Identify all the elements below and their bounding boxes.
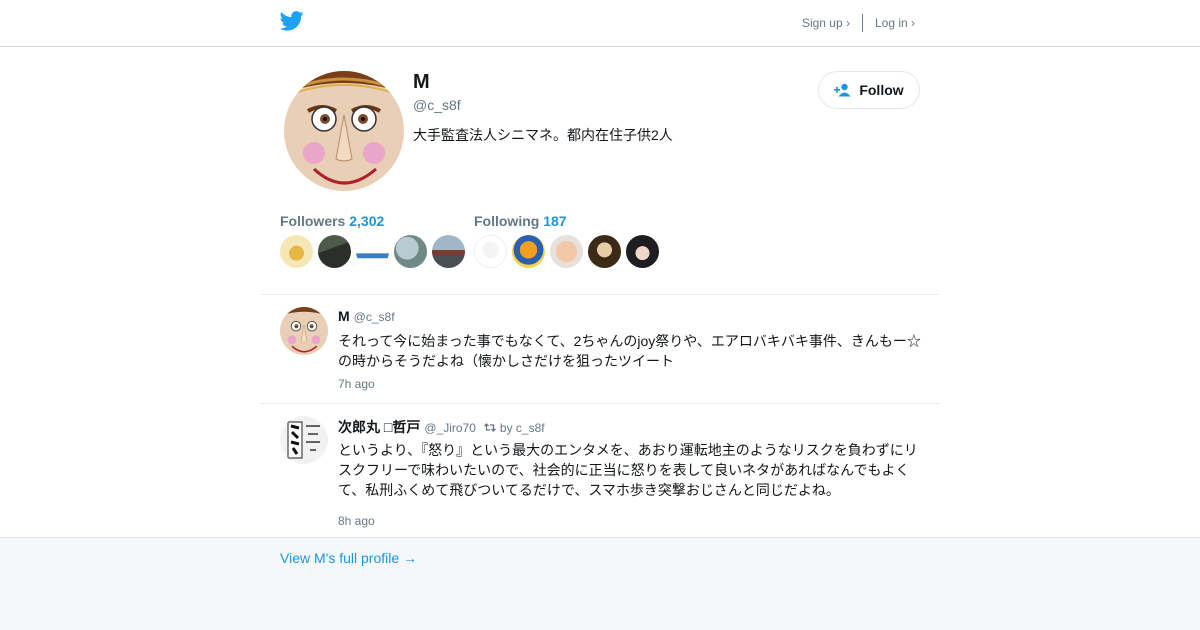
retweet-icon	[483, 423, 496, 432]
following-label: Following	[474, 213, 540, 229]
signup-link[interactable]: Sign up ›	[802, 16, 850, 30]
following-facepile	[474, 235, 664, 268]
following-avatar[interactable]	[512, 235, 545, 268]
followers-count: 2,302	[349, 213, 385, 229]
retweeted-by[interactable]: by c_s8f	[500, 421, 545, 435]
follow-label: Follow	[859, 82, 904, 98]
tweet-timestamp[interactable]: 7h ago	[338, 377, 375, 391]
follow-button[interactable]: Follow	[818, 71, 920, 109]
woody-face-image	[280, 307, 328, 355]
tweet-avatar[interactable]	[280, 307, 328, 355]
profile-bio: 大手監査法人シニマネ。都内在住子供2人	[413, 127, 673, 143]
tweet-author-name[interactable]: 次郎丸 □哲戸	[338, 417, 420, 437]
login-link[interactable]: Log in ›	[875, 16, 915, 30]
following-avatar[interactable]	[474, 235, 507, 268]
follower-avatar[interactable]	[394, 235, 427, 268]
tweet-header: 次郎丸 □哲戸 @_Jiro70 by c_s8f	[338, 417, 545, 437]
full-profile-link[interactable]: View M's full profile →	[280, 550, 417, 566]
auth-links: Sign up › Log in ›	[802, 14, 915, 32]
followers-facepile	[280, 235, 470, 268]
woody-face-image	[284, 71, 404, 191]
twitter-bird-icon[interactable]	[280, 11, 304, 31]
tweet-author-handle[interactable]: @c_s8f	[354, 310, 395, 324]
followers-label: Followers	[280, 213, 346, 229]
profile-card: M @c_s8f 大手監査法人シニマネ。都内在住子供2人 Follow Foll…	[280, 47, 920, 295]
tweet-text: というより、『怒り』という最大のエンタメを、あおり運転地主のようなリスクを負わず…	[338, 442, 918, 498]
following-avatar[interactable]	[588, 235, 621, 268]
followers-stat[interactable]: Followers 2,302	[280, 213, 384, 229]
retweet-indicator: by c_s8f	[483, 421, 545, 435]
calligraphy-sign-image	[280, 416, 328, 464]
following-count: 187	[543, 213, 567, 229]
tweet-text: それって今に始まった事でもなくて、2ちゃんのjoy祭りや、エアロバキバキ事件、き…	[338, 333, 921, 369]
footer: View M's full profile →	[0, 537, 1200, 630]
divider	[861, 14, 863, 32]
tweet-avatar[interactable]	[280, 416, 328, 464]
tweet-timestamp[interactable]: 8h ago	[338, 514, 375, 528]
tweet-item[interactable]: M @c_s8f それって今に始まった事でもなくて、2ちゃんのjoy祭りや、エア…	[260, 294, 940, 403]
following-avatar[interactable]	[626, 235, 659, 268]
follower-avatar[interactable]	[356, 235, 389, 268]
tweet-author-handle[interactable]: @_Jiro70	[424, 421, 476, 435]
profile-avatar[interactable]	[284, 71, 404, 191]
tweet-author-name[interactable]: M	[338, 308, 350, 324]
tweet-header: M @c_s8f	[338, 308, 395, 324]
tweet-list: M @c_s8f それって今に始まった事でもなくて、2ちゃんのjoy祭りや、エア…	[260, 294, 940, 537]
follower-avatar[interactable]	[432, 235, 465, 268]
add-user-icon	[834, 83, 851, 97]
profile-handle: @c_s8f	[413, 97, 461, 113]
top-bar: Sign up › Log in ›	[0, 0, 1200, 47]
follower-avatar[interactable]	[280, 235, 313, 268]
following-avatar[interactable]	[550, 235, 583, 268]
follower-avatar[interactable]	[318, 235, 351, 268]
tweet-item[interactable]: 次郎丸 □哲戸 @_Jiro70 by c_s8f というより、『怒り』という最…	[260, 403, 940, 537]
following-stat[interactable]: Following 187	[474, 213, 567, 229]
profile-name: M	[413, 71, 430, 93]
